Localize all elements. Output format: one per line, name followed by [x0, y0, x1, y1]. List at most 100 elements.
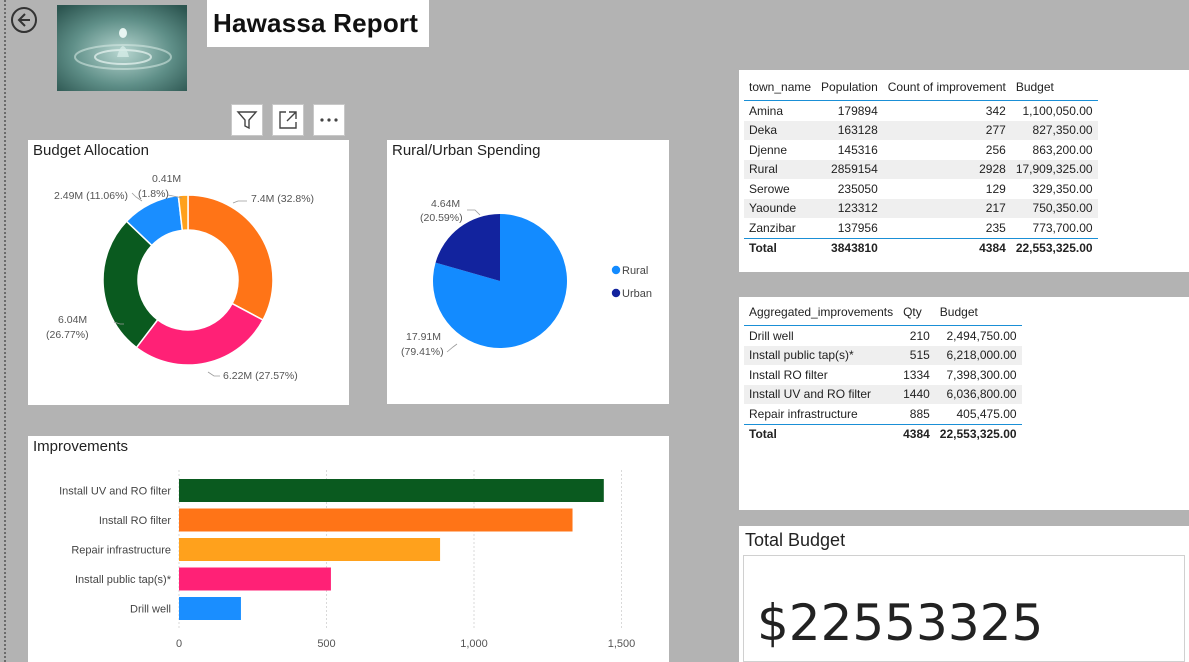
- column-header[interactable]: Count of improvement: [882, 74, 1011, 101]
- table-row[interactable]: Install UV and RO filter 1440 6,036,800.…: [744, 384, 1022, 404]
- cell-improvement: Drill well: [749, 328, 794, 343]
- bar[interactable]: [179, 508, 573, 532]
- cell-population: 123312: [816, 198, 883, 218]
- table-row[interactable]: Amina 179894 342 1,100,050.00: [744, 101, 1098, 121]
- category-label: Install public tap(s)*: [75, 574, 172, 586]
- leader-line: [446, 343, 458, 353]
- cell-qty: 885: [909, 406, 930, 421]
- cell-town: Yaounde: [744, 198, 817, 218]
- cell-qty: 1440: [898, 384, 935, 404]
- slice-label-orange: 7.4M (32.8%): [251, 193, 314, 205]
- leader-line: [232, 200, 247, 204]
- cell-town: Deka: [744, 120, 817, 140]
- column-header[interactable]: Budget: [1010, 74, 1098, 101]
- page-edge-divider: [4, 0, 6, 662]
- budget-allocation-panel[interactable]: Budget Allocation 7.4M (32.8%) 6.22M (27…: [28, 140, 349, 405]
- cell-count: 129: [985, 181, 1006, 196]
- cell-total-count: 4384: [882, 237, 1011, 258]
- table-total-row: Total 4384 22,553,325.00: [744, 423, 1022, 444]
- report-title: Hawassa Report: [213, 8, 419, 38]
- cell-budget: 329,350.00: [1032, 181, 1093, 196]
- cell-budget: 773,700.00: [1032, 220, 1093, 235]
- cell-count: 2928: [882, 159, 1011, 179]
- cell-total-budget: 22,553,325.00: [934, 423, 1022, 444]
- x-tick-label: 1,500: [608, 638, 636, 650]
- cell-count: 342: [985, 103, 1006, 118]
- table-row[interactable]: Djenne 145316 256 863,200.00: [744, 140, 1098, 160]
- cell-improvement: Repair infrastructure: [749, 406, 858, 421]
- cell-town: Zanzibar: [749, 220, 796, 235]
- legend-urban-label[interactable]: Urban: [622, 288, 652, 300]
- back-button[interactable]: [10, 6, 38, 34]
- category-label: Install UV and RO filter: [59, 486, 171, 498]
- cell-total-population: 3843810: [816, 237, 883, 258]
- cell-town: Djenne: [749, 142, 788, 157]
- improvement-table-panel[interactable]: Aggregated_improvements Qty Budget Drill…: [739, 297, 1189, 510]
- cell-count: 277: [882, 120, 1011, 140]
- focus-mode-icon: [279, 111, 297, 129]
- total-budget-title: Total Budget: [745, 530, 846, 550]
- total-budget-value: $22553325: [757, 594, 1044, 652]
- cell-budget: 827,350.00: [1010, 120, 1098, 140]
- column-header[interactable]: Aggregated_improvements: [744, 299, 899, 326]
- cell-population: 2859154: [816, 159, 883, 179]
- table-row[interactable]: Drill well 210 2,494,750.00: [744, 326, 1022, 346]
- cell-budget: 7,398,300.00: [946, 367, 1017, 382]
- leader-line: [467, 209, 481, 216]
- bar[interactable]: [179, 597, 241, 620]
- cell-population: 145316: [837, 142, 878, 157]
- column-header[interactable]: Population: [816, 74, 883, 101]
- focus-mode-button[interactable]: [272, 104, 304, 136]
- column-header[interactable]: Qty: [898, 299, 935, 326]
- table-header-row: Aggregated_improvements Qty Budget: [744, 299, 1022, 326]
- cell-improvement: Install UV and RO filter: [744, 384, 899, 404]
- donut-slice[interactable]: [135, 302, 265, 366]
- x-tick-label: 1,000: [460, 638, 488, 650]
- report-title-box: Hawassa Report: [207, 0, 429, 47]
- bar[interactable]: [179, 567, 331, 591]
- slice-label-green-value: 6.04M: [58, 314, 87, 326]
- table-row[interactable]: Install public tap(s)* 515 6,218,000.00: [744, 345, 1022, 365]
- table-row[interactable]: Zanzibar 137956 235 773,700.00: [744, 218, 1098, 238]
- table-total-row: Total 3843810 4384 22,553,325.00: [744, 237, 1098, 258]
- table-row[interactable]: Rural 2859154 2928 17,909,325.00: [744, 159, 1098, 179]
- table-row[interactable]: Deka 163128 277 827,350.00: [744, 120, 1098, 140]
- improvements-chart: Install UV and RO filter Install RO filte…: [59, 470, 636, 650]
- legend-rural-label[interactable]: Rural: [622, 265, 648, 277]
- legend-rural-marker: [611, 265, 621, 275]
- cell-budget: 2,494,750.00: [946, 328, 1017, 343]
- urban-value-label: 4.64M: [431, 198, 460, 210]
- cell-population: 163128: [816, 120, 883, 140]
- table-row[interactable]: Install RO filter 1334 7,398,300.00: [744, 365, 1022, 385]
- table-header-row: town_name Population Count of improvemen…: [744, 74, 1098, 101]
- cell-improvement: Install public tap(s)*: [744, 345, 899, 365]
- table-row[interactable]: Repair infrastructure 885 405,475.00: [744, 404, 1022, 424]
- more-options-icon: [320, 118, 338, 122]
- column-header[interactable]: Budget: [934, 299, 1022, 326]
- filter-button[interactable]: [231, 104, 263, 136]
- bar[interactable]: [179, 479, 604, 502]
- table-row[interactable]: Serowe 235050 129 329,350.00: [744, 179, 1098, 199]
- table-row[interactable]: Yaounde 123312 217 750,350.00: [744, 198, 1098, 218]
- bar[interactable]: [179, 538, 441, 561]
- cell-budget: 6,218,000.00: [934, 345, 1022, 365]
- water-drop-image: [57, 5, 187, 91]
- column-header[interactable]: town_name: [744, 74, 817, 101]
- legend-urban-marker: [611, 288, 621, 298]
- more-options-button[interactable]: [313, 104, 345, 136]
- cell-total-label: Total: [744, 423, 899, 444]
- cell-town: Serowe: [749, 181, 790, 196]
- town-table-panel[interactable]: town_name Population Count of improvemen…: [739, 70, 1189, 272]
- donut-slice[interactable]: [187, 194, 274, 322]
- slice-label-pink: 6.22M (27.57%): [223, 370, 298, 382]
- total-budget-card: $22553325: [743, 555, 1185, 662]
- cell-budget: 6,036,800.00: [934, 384, 1022, 404]
- cell-population: 235050: [837, 181, 878, 196]
- slice-label-green-pct: (26.77%): [46, 329, 89, 341]
- rural-urban-panel[interactable]: Rural/Urban Spending 4.64M (20.59%) 17.9…: [387, 140, 669, 404]
- urban-pct-label: (20.59%): [420, 212, 463, 224]
- x-tick-label: 500: [317, 638, 335, 650]
- improvements-panel[interactable]: Improvements Install UV and RO filter Ins…: [28, 436, 669, 662]
- cell-count: 256: [985, 142, 1006, 157]
- category-label: Install RO filter: [99, 515, 171, 527]
